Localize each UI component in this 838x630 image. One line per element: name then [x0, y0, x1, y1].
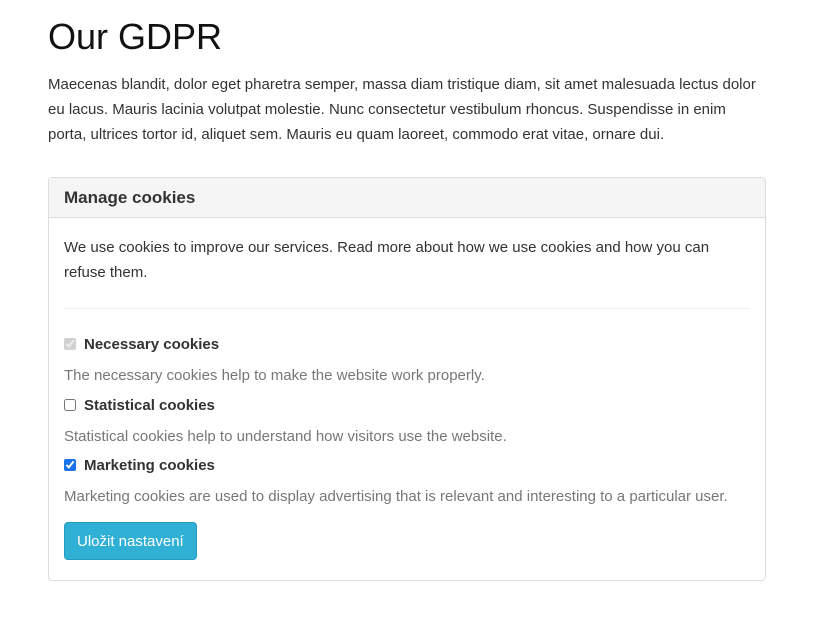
manage-cookies-panel: Manage cookies We use cookies to improve…	[48, 177, 766, 581]
marketing-cookies-help: Marketing cookies are used to display ad…	[64, 488, 728, 505]
panel-heading: Manage cookies	[49, 178, 765, 218]
save-settings-button[interactable]: Uložit nastavení	[64, 522, 197, 560]
divider	[64, 308, 750, 309]
page-title: Our GDPR	[48, 16, 223, 57]
statistical-cookies-checkbox[interactable]	[64, 399, 76, 411]
necessary-cookies-help: The necessary cookies help to make the w…	[64, 367, 485, 384]
necessary-cookies-checkbox[interactable]	[64, 338, 76, 350]
intro-paragraph: Maecenas blandit, dolor eget pharetra se…	[48, 76, 756, 143]
statistical-cookies-help: Statistical cookies help to understand h…	[64, 428, 507, 445]
necessary-cookies-label[interactable]: Necessary cookies	[84, 336, 219, 354]
statistical-cookies-label[interactable]: Statistical cookies	[84, 397, 215, 415]
option-statistical-cookies: Statistical cookies Statistical cookies …	[64, 397, 750, 447]
marketing-cookies-checkbox[interactable]	[64, 459, 76, 471]
cookies-description: We use cookies to improve our services. …	[64, 239, 710, 281]
marketing-cookies-label[interactable]: Marketing cookies	[84, 457, 215, 475]
panel-body: We use cookies to improve our services. …	[49, 218, 765, 575]
option-necessary-cookies: Necessary cookies The necessary cookies …	[64, 336, 750, 386]
page-container: Our GDPR Maecenas blandit, dolor eget ph…	[48, 0, 768, 581]
option-marketing-cookies: Marketing cookies Marketing cookies are …	[64, 457, 750, 507]
